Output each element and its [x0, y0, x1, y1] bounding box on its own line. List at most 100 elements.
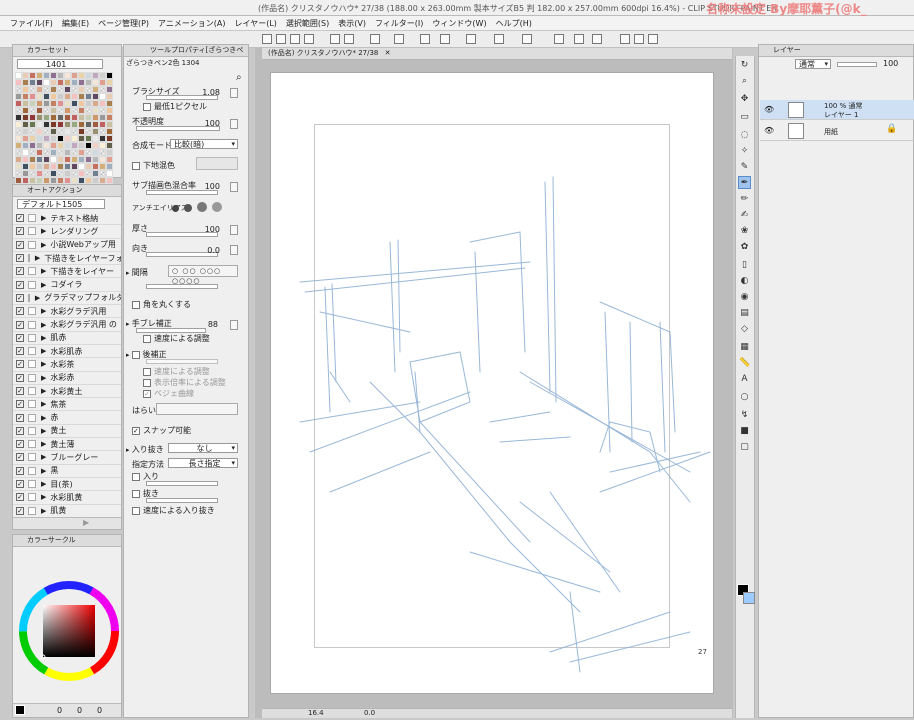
color-swatch[interactable] — [29, 72, 36, 79]
color-swatch[interactable] — [57, 86, 64, 93]
dialog-toggle[interactable] — [28, 506, 36, 515]
color-swatch[interactable] — [85, 72, 92, 79]
auto-action-item[interactable]: ✓ ▶ 水彩肌赤 — [13, 345, 121, 359]
save-icon[interactable] — [290, 34, 300, 44]
menu-file[interactable]: ファイル(F) — [10, 18, 53, 29]
color-swatch[interactable] — [57, 142, 64, 149]
auto-action-item[interactable]: ✓ ▶ 小説Webアップ用 — [13, 239, 121, 252]
color-swatch[interactable] — [22, 135, 29, 142]
move-icon[interactable]: ✥ — [738, 92, 751, 105]
color-swatch[interactable] — [106, 93, 113, 100]
color-swatch[interactable] — [43, 100, 50, 107]
dialog-toggle[interactable] — [28, 320, 36, 329]
color-swatch[interactable] — [71, 79, 78, 86]
color-swatch[interactable] — [57, 107, 64, 114]
dialog-toggle[interactable] — [28, 333, 36, 342]
sub-mix-spin[interactable] — [230, 182, 238, 192]
color-swatch[interactable] — [57, 149, 64, 156]
gradient-icon[interactable]: ▤ — [738, 306, 751, 319]
color-swatch[interactable] — [22, 177, 29, 184]
color-swatch[interactable] — [29, 100, 36, 107]
check-icon[interactable]: ✓ — [16, 293, 24, 302]
color-swatch[interactable] — [64, 72, 71, 79]
color-swatch[interactable] — [78, 156, 85, 163]
layer-opacity-value[interactable]: 100 — [883, 59, 898, 68]
menu-filter[interactable]: フィルター(I) — [375, 18, 423, 29]
expand-icon[interactable]: ▶ — [41, 374, 46, 382]
color-swatch[interactable] — [78, 142, 85, 149]
color-swatch[interactable] — [85, 163, 92, 170]
check-icon[interactable]: ✓ — [16, 227, 24, 236]
color-swatch[interactable] — [64, 79, 71, 86]
color-swatch[interactable] — [99, 142, 106, 149]
expand-icon[interactable]: ▶ — [41, 467, 46, 475]
color-swatch[interactable] — [36, 93, 43, 100]
zoom-value[interactable]: 16.4 — [308, 709, 324, 718]
color-swatch[interactable] — [29, 114, 36, 121]
color-swatch[interactable] — [106, 142, 113, 149]
menu-window[interactable]: ウィンドウ(W) — [432, 18, 486, 29]
transparent-icon[interactable]: ▢ — [738, 440, 751, 453]
color-swatch-grid[interactable] — [15, 72, 113, 184]
speed-adjust-option[interactable]: 速度による調整 — [143, 333, 210, 344]
check-icon[interactable]: ✓ — [16, 400, 24, 409]
color-swatch[interactable] — [50, 114, 57, 121]
brush-icon[interactable]: ✍ — [738, 208, 751, 221]
color-swatch[interactable] — [99, 114, 106, 121]
check-icon[interactable]: ✓ — [16, 347, 24, 356]
color-swatch[interactable] — [64, 163, 71, 170]
color-swatch[interactable] — [92, 121, 99, 128]
under-color-option[interactable]: 下地混色 — [132, 160, 175, 171]
color-swatch[interactable] — [106, 100, 113, 107]
color-swatch[interactable] — [22, 79, 29, 86]
rotate-icon[interactable]: ↻ — [738, 58, 751, 71]
auto-action-item[interactable]: ✓ ▶ 水彩赤 — [13, 372, 121, 385]
check-icon[interactable]: ✓ — [16, 267, 24, 276]
color-swatch[interactable] — [71, 149, 78, 156]
color-swatch[interactable] — [29, 156, 36, 163]
color-swatch[interactable] — [78, 93, 85, 100]
dialog-toggle[interactable] — [28, 413, 36, 422]
check-icon[interactable]: ✓ — [16, 506, 24, 515]
color-swatch[interactable] — [43, 170, 50, 177]
thickness-spin[interactable] — [230, 225, 238, 235]
color-swatch[interactable] — [50, 128, 57, 135]
color-swatch[interactable] — [50, 177, 57, 184]
color-swatch[interactable] — [29, 79, 36, 86]
color-swatch[interactable] — [71, 142, 78, 149]
stabilization-value[interactable]: 88 — [198, 320, 218, 329]
color-swatch[interactable] — [78, 121, 85, 128]
color-swatch[interactable] — [36, 72, 43, 79]
sketch-drawing[interactable]: 27 — [270, 72, 714, 694]
color-swatch[interactable] — [85, 149, 92, 156]
color-swatch[interactable] — [64, 142, 71, 149]
lasso-icon[interactable]: ◌ — [738, 128, 751, 141]
color-swatch[interactable] — [22, 100, 29, 107]
expand-icon[interactable]: ▶ — [41, 227, 46, 235]
color-swatch[interactable] — [29, 107, 36, 114]
method-select[interactable]: 長さ指定 — [168, 458, 238, 468]
color-swatch[interactable] — [22, 114, 29, 121]
color-swatch[interactable] — [43, 114, 50, 121]
expand-icon[interactable]: ▶ — [35, 294, 40, 302]
color-swatch[interactable] — [15, 114, 22, 121]
color-swatch[interactable] — [43, 107, 50, 114]
color-swatch[interactable] — [50, 163, 57, 170]
color-set-select[interactable]: 1401 — [17, 59, 103, 69]
color-swatch[interactable] — [15, 86, 22, 93]
antialias-options[interactable] — [170, 202, 222, 214]
color-swatch[interactable] — [43, 135, 50, 142]
color-swatch[interactable] — [57, 100, 64, 107]
color-swatch[interactable] — [71, 121, 78, 128]
color-swatch[interactable] — [50, 107, 57, 114]
color-swatch[interactable] — [106, 135, 113, 142]
color-swatch[interactable] — [57, 72, 64, 79]
airbrush-icon[interactable]: ❀ — [738, 224, 751, 237]
clear-icon[interactable] — [522, 34, 532, 44]
check-icon[interactable]: ✓ — [16, 240, 24, 249]
color-swatch[interactable] — [15, 128, 22, 135]
color-swatch[interactable] — [22, 142, 29, 149]
magnify-icon[interactable]: ⌕ — [236, 72, 242, 83]
expand-icon[interactable]: ▶ — [41, 440, 46, 448]
color-swatch[interactable] — [50, 86, 57, 93]
